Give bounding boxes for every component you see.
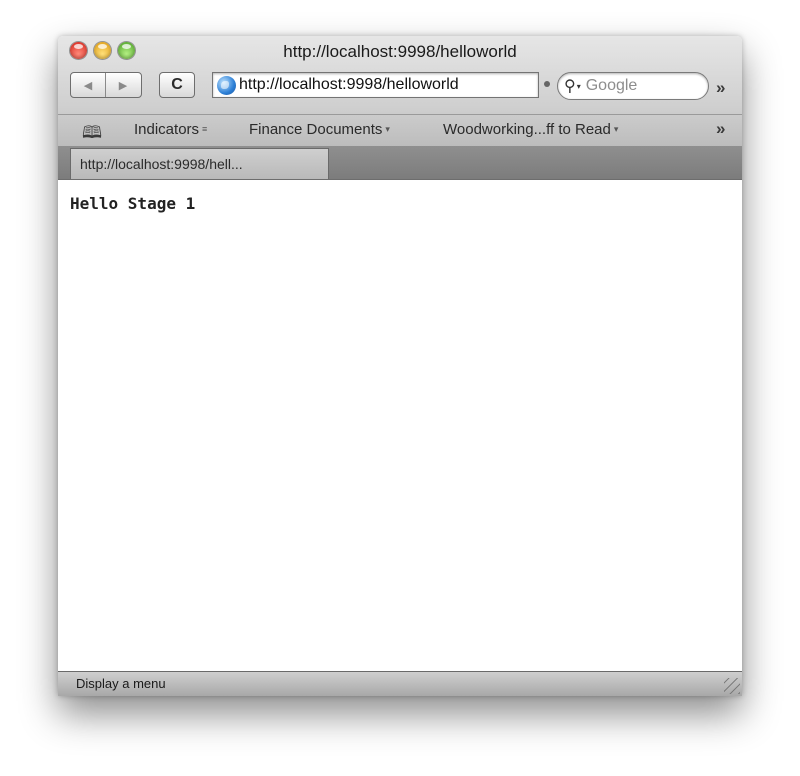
bookmarks-overflow-icon[interactable]: » — [716, 119, 725, 139]
chevron-down-icon: ▾ — [385, 124, 390, 134]
book-icon[interactable]: 🕮 — [82, 120, 102, 149]
tab-localhost[interactable]: http://localhost:9998/hell... — [70, 148, 329, 179]
forward-button[interactable]: ▶ — [105, 73, 140, 97]
address-text[interactable]: http://localhost:9998/helloworld — [239, 76, 459, 94]
resize-grip-icon[interactable] — [724, 678, 740, 694]
bookmark-label: Indicators — [134, 121, 200, 138]
window-title: http://localhost:9998/helloworld — [283, 42, 517, 61]
search-placeholder: Google — [585, 77, 638, 94]
search-icon[interactable]: ⚲ — [564, 76, 576, 96]
reload-button[interactable]: C — [159, 72, 195, 98]
back-forward-group: ◀ ▶ — [70, 72, 142, 98]
search-field[interactable]: ⚲ ▾ Google — [557, 72, 709, 100]
toolbar-overflow-icon[interactable]: » — [716, 78, 725, 98]
page-text: Hello Stage 1 — [70, 194, 196, 213]
globe-icon — [217, 75, 236, 95]
page-content: Hello Stage 1 — [58, 180, 742, 671]
browser-window: http://localhost:9998/helloworld ◀ ▶ C h… — [58, 36, 742, 696]
bookmark-label: Finance Documents — [249, 121, 383, 138]
bookmark-indicators[interactable]: Indicators ≡ — [134, 121, 207, 138]
bookmark-woodworking[interactable]: Woodworking...ff to Read ▾ — [443, 121, 618, 138]
window-chrome: http://localhost:9998/helloworld ◀ ▶ C h… — [58, 36, 742, 180]
bookmark-label: Woodworking...ff to Read — [443, 121, 611, 138]
search-menu-arrow-icon[interactable]: ▾ — [577, 82, 581, 91]
folder-icon: ≡ — [202, 124, 208, 134]
back-button[interactable]: ◀ — [71, 73, 105, 97]
bookmark-finance-documents[interactable]: Finance Documents ▾ — [249, 121, 390, 138]
chevron-down-icon: ▾ — [613, 124, 619, 134]
status-text: Display a menu — [76, 676, 166, 691]
status-bar: Display a menu — [58, 671, 742, 696]
reload-icon: C — [171, 76, 183, 93]
address-bar[interactable]: http://localhost:9998/helloworld — [212, 72, 539, 98]
address-resize-handle[interactable] — [544, 81, 550, 87]
